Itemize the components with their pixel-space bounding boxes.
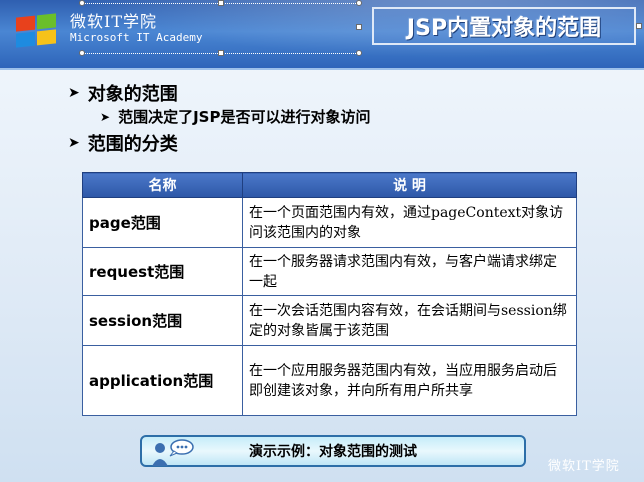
brand-name-cn: 微软IT学院 — [70, 12, 157, 31]
selection-handle[interactable] — [79, 50, 85, 56]
footer-brand: 微软IT学院 — [548, 459, 620, 474]
table-row: request范围 在一个服务器请求范围内有效，与客户端请求绑定一起 — [82, 247, 577, 296]
scope-name: request范围 — [82, 247, 243, 296]
scope-description: 在一个应用服务器范围内有效，当应用服务启动后即创建该对象，并向所有用户所共享 — [242, 345, 577, 416]
bullet-text: 范围决定了JSP是否可以进行对象访问 — [118, 108, 371, 126]
slide-title-box[interactable]: JSP内置对象的范围 — [372, 7, 636, 45]
brand-name-en: Microsoft IT Academy — [70, 31, 203, 44]
scope-name: page范围 — [82, 197, 243, 248]
scope-table: 名称 说 明 page范围 在一个页面范围内有效，通过pageContext对象… — [82, 172, 577, 416]
bullet-arrow-icon: ➤ — [100, 109, 111, 124]
table-row: session范围 在一次会话范围内容有效，在会话期间与session绑定的对象… — [82, 295, 577, 346]
bullet-arrow-icon: ➤ — [68, 135, 80, 151]
slide-title: JSP内置对象的范围 — [406, 16, 602, 41]
column-header-name: 名称 — [82, 172, 243, 198]
slide: 微软IT学院 Microsoft IT Academy JSP内置对象的范围 ➤… — [0, 0, 644, 482]
demo-label: 演示示例：对象范围的测试 — [249, 444, 417, 460]
bullet-arrow-icon: ➤ — [68, 85, 80, 101]
scope-name: session范围 — [82, 295, 243, 346]
table-row: application范围 在一个应用服务器范围内有效，当应用服务启动后即创建该… — [82, 345, 577, 416]
table-row: page范围 在一个页面范围内有效，通过pageContext对象访问该范围内的… — [82, 197, 577, 248]
windows-logo-icon — [16, 13, 56, 48]
selection-handle[interactable] — [218, 50, 224, 56]
bullet-scope: ➤ 对象的范围 — [68, 80, 178, 106]
scope-description: 在一个页面范围内有效，通过pageContext对象访问该范围内的对象 — [242, 197, 577, 248]
presenter-speech-icon — [152, 439, 194, 466]
bullet-scope-decides: ➤ 范围决定了JSP是否可以进行对象访问 — [100, 106, 370, 127]
selection-handle[interactable] — [636, 23, 642, 29]
scope-description: 在一次会话范围内容有效，在会话期间与session绑定的对象皆属于该范围 — [242, 295, 577, 346]
selection-handle[interactable] — [356, 0, 362, 6]
selection-handle[interactable] — [356, 24, 362, 30]
selection-handle[interactable] — [79, 0, 85, 6]
selection-handle[interactable] — [218, 0, 224, 6]
scope-name: application范围 — [82, 345, 243, 416]
scope-description: 在一个服务器请求范围内有效，与客户端请求绑定一起 — [242, 247, 577, 296]
selection-handle[interactable] — [356, 50, 362, 56]
bullet-text: 范围的分类 — [87, 134, 178, 155]
column-header-desc: 说 明 — [242, 172, 577, 198]
bullet-text: 对象的范围 — [87, 84, 178, 105]
header-rule — [0, 68, 644, 70]
table-header-row: 名称 说 明 — [82, 172, 577, 198]
bullet-scope-types: ➤ 范围的分类 — [68, 130, 178, 156]
demo-banner[interactable]: 演示示例：对象范围的测试 — [140, 435, 526, 467]
